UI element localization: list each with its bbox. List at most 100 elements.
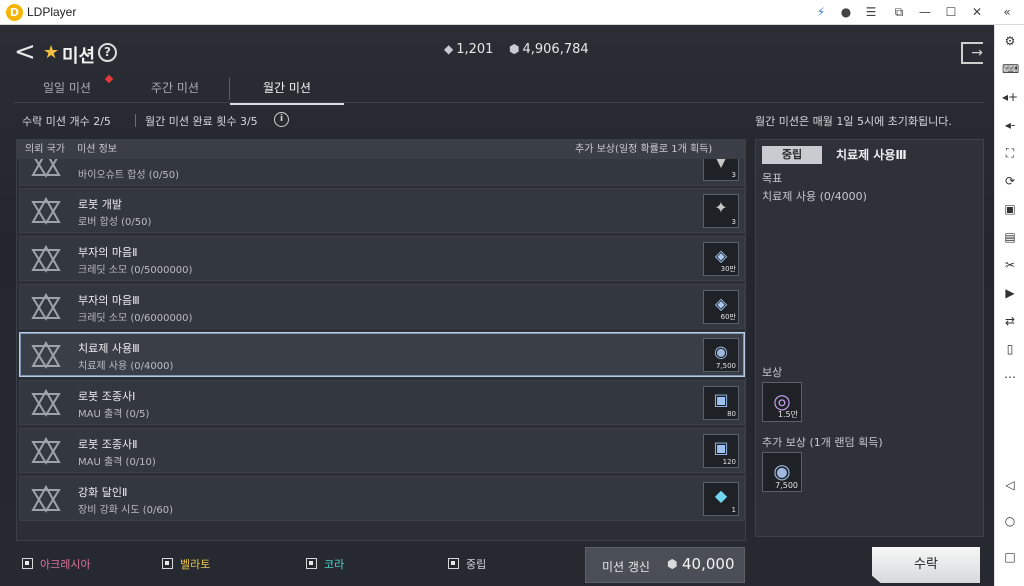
tab-daily[interactable]: 일일 미션: [22, 75, 112, 102]
mission-desc: 치료제 사용 (0/4000): [78, 361, 174, 372]
header-mission: 미션 정보: [77, 144, 117, 155]
star-icon: ★: [43, 42, 60, 63]
back-icon[interactable]: ◁: [1002, 477, 1018, 493]
filter-neutral[interactable]: 중립: [448, 557, 486, 573]
sync-icon[interactable]: ⇄: [1002, 313, 1018, 329]
install-apk-icon[interactable]: ▣: [1002, 201, 1018, 217]
mission-row[interactable]: 바이오슈트 합성 (0/50) ▼ 3: [19, 159, 745, 186]
mission-desc: 크레딧 소모 (0/5000000): [78, 265, 193, 276]
mission-row[interactable]: 로봇 개발 로버 합성 (0/50) ✦ 3: [19, 188, 745, 233]
checkbox[interactable]: [162, 558, 173, 569]
neutral-faction-icon: [31, 196, 61, 225]
reward-qty: 3: [731, 218, 736, 226]
reward-qty: 60만: [720, 313, 736, 321]
reward-slot[interactable]: ◆ 1: [703, 482, 739, 516]
monthly-clear-count: 월간 미션 완료 횟수 3/5: [145, 115, 258, 128]
reward-qty: 1.5만: [777, 410, 798, 419]
bottom-bar: 아크레시아 벨라토 코라 중립 미션 갱신 ⬢ 40,000 수락: [0, 547, 994, 586]
info-icon[interactable]: i: [274, 112, 289, 127]
reward-label: 보상: [762, 366, 783, 379]
filter-arcresia[interactable]: 아크레시아: [22, 557, 91, 573]
minimize-icon[interactable]: —: [916, 3, 934, 21]
neutral-faction-icon: [31, 340, 61, 369]
mission-rows[interactable]: 바이오슈트 합성 (0/50) ▼ 3 로봇 개발 로버 합성 (0/50) ✦ 3…: [17, 159, 745, 540]
recents-icon[interactable]: □: [1002, 549, 1018, 565]
volume-down-icon[interactable]: ◂-: [1002, 117, 1018, 133]
ldplayer-logo: D: [6, 4, 23, 21]
reward-slot[interactable]: ◈ 60만: [703, 290, 739, 324]
mission-row[interactable]: 로봇 조종사Ⅱ MAU 출격 (0/10) ▣ 120: [19, 428, 745, 473]
reward-slot[interactable]: ✦ 3: [703, 194, 739, 228]
active-tab-indicator: [230, 103, 344, 105]
page-title: 미션: [62, 46, 96, 67]
checkbox[interactable]: [306, 558, 317, 569]
neutral-faction-icon: [31, 484, 61, 513]
reset-notice: 월간 미션은 매월 1일 5시에 초기화됩니다.: [755, 115, 952, 128]
menu-icon[interactable]: ☰: [862, 3, 880, 21]
tab-divider: [229, 78, 230, 100]
mission-name: 부자의 마음Ⅲ: [78, 294, 140, 307]
reward-slot[interactable]: ▣ 80: [703, 386, 739, 420]
settings-icon[interactable]: ⚙: [1002, 33, 1018, 49]
accept-button[interactable]: 수락: [872, 547, 980, 583]
phone-icon[interactable]: ▯: [1002, 341, 1018, 357]
account-icon[interactable]: ●: [837, 3, 855, 21]
reward-qty: 80: [727, 410, 736, 418]
operation-record-icon[interactable]: ▤: [1002, 229, 1018, 245]
extra-reward-slot[interactable]: ◉ 7,500: [762, 452, 802, 492]
checkbox[interactable]: [448, 558, 459, 569]
collapse-sidebar-icon[interactable]: «: [998, 3, 1016, 21]
checkbox[interactable]: [22, 558, 33, 569]
back-arrow-icon[interactable]: <: [14, 39, 38, 67]
refresh-cost: 40,000: [682, 555, 735, 573]
volume-up-icon[interactable]: ◂+: [1002, 89, 1018, 105]
reward-qty: 3: [731, 171, 736, 179]
mission-row[interactable]: 부자의 마음Ⅲ 크레딧 소모 (0/6000000) ◈ 60만: [19, 284, 745, 329]
reward-slot[interactable]: ◎ 1.5만: [762, 382, 802, 422]
reward-slot[interactable]: ▼ 3: [703, 159, 739, 181]
filter-bellato[interactable]: 벨라토: [162, 557, 210, 573]
gem-icon: ◆: [444, 42, 454, 56]
game-screen: < ★ 미션 ? ◆ 1,201 ⬢ 4,906,784 → 일일 미션 주간 미션…: [0, 25, 994, 586]
mission-desc: MAU 출격 (0/5): [78, 409, 150, 420]
home-icon[interactable]: ○: [1002, 513, 1018, 529]
maximize-icon[interactable]: ☐: [942, 3, 960, 21]
mission-detail-panel: 중립 치료제 사용Ⅲ 목표 치료제 사용 (0/4000) 보상 ◎ 1.5만 추…: [755, 139, 984, 537]
exit-icon[interactable]: →: [961, 42, 983, 64]
tab-weekly[interactable]: 주간 미션: [130, 75, 220, 102]
rover-icon: ✦: [714, 198, 728, 217]
popout-icon[interactable]: ⧉: [890, 3, 908, 21]
reward-slot[interactable]: ◈ 30만: [703, 242, 739, 276]
reward-slot[interactable]: ▣ 120: [703, 434, 739, 468]
mission-row[interactable]: 부자의 마음Ⅱ 크레딧 소모 (0/5000000) ◈ 30만: [19, 236, 745, 281]
screenshot-icon[interactable]: ⛶: [1002, 145, 1018, 161]
mission-row[interactable]: 로봇 조종사Ⅰ MAU 출격 (0/5) ▣ 80: [19, 380, 745, 425]
mission-desc: 장비 강화 시도 (0/60): [78, 505, 173, 516]
more-icon[interactable]: ⋯: [1002, 369, 1018, 385]
lightning-icon[interactable]: ⚡: [812, 3, 830, 21]
close-icon[interactable]: ✕: [968, 3, 986, 21]
mission-row[interactable]: 강화 달인Ⅱ 장비 강화 시도 (0/60) ◆ 1: [19, 476, 745, 521]
reward-slot[interactable]: ◉ 7,500: [703, 338, 739, 372]
keyboard-icon[interactable]: ⌨: [1002, 61, 1019, 77]
reward-qty: 7,500: [775, 481, 798, 490]
list-header: 의뢰 국가 미션 정보 추가 보상(일정 확률로 1개 획득): [17, 140, 745, 159]
mission-name: 로봇 조종사Ⅰ: [78, 390, 136, 403]
reward-qty: 1: [731, 506, 736, 514]
info-divider: [135, 114, 136, 127]
credit-icon: ⬢: [509, 42, 520, 56]
reward-qty: 120: [722, 458, 736, 466]
cube-icon: ▣: [713, 438, 729, 457]
help-icon[interactable]: ?: [98, 43, 117, 62]
mission-desc: 바이오슈트 합성 (0/50): [78, 170, 180, 181]
scissors-icon[interactable]: ✂: [1002, 257, 1018, 273]
filter-cora[interactable]: 코라: [306, 557, 344, 573]
video-record-icon[interactable]: ▶: [1002, 285, 1018, 301]
refresh-missions-button[interactable]: 미션 갱신 ⬢ 40,000: [585, 547, 745, 583]
mission-desc: 로버 합성 (0/50): [78, 217, 152, 228]
accepted-count: 수락 미션 개수 2/5: [22, 115, 111, 128]
cube-icon: ▣: [713, 390, 729, 409]
rotate-icon[interactable]: ⟳: [1002, 173, 1018, 189]
mission-row-selected[interactable]: 치료제 사용Ⅲ 치료제 사용 (0/4000) ◉ 7,500: [19, 332, 745, 377]
tab-monthly[interactable]: 월간 미션: [230, 75, 344, 105]
